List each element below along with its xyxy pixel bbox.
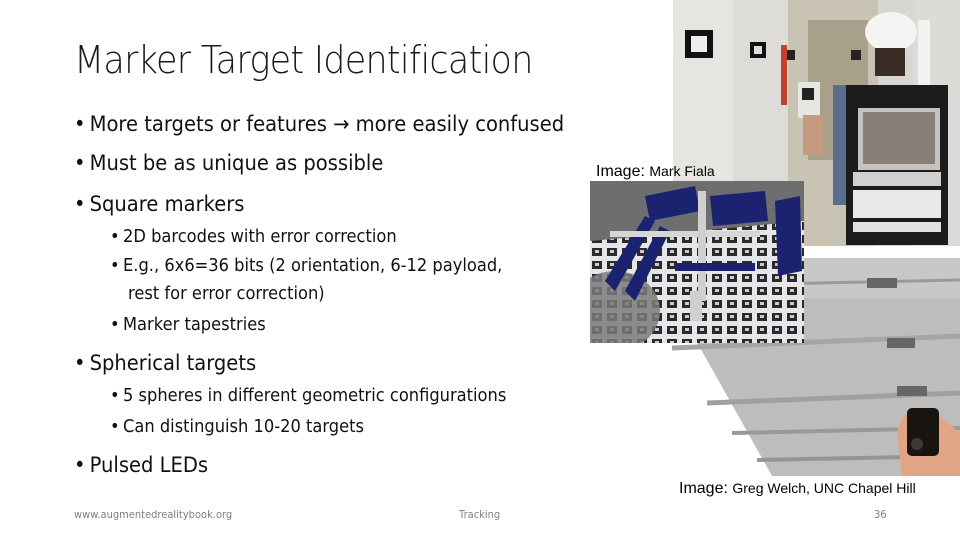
bullet-item: • More targets or features → more easily … [74, 112, 564, 136]
caption-label: Image: [679, 480, 728, 497]
bullet-text: Square markers [89, 192, 245, 216]
sub-bullet-item: • E.g., 6x6=36 bits (2 orientation, 6-12 … [110, 256, 502, 276]
bullet-dot-icon: • [110, 256, 120, 276]
bullet-item: • Must be as unique as possible [74, 151, 383, 175]
slide: Marker Target Identification • More targe… [0, 0, 960, 540]
sub-bullet-item: • Can distinguish 10-20 targets [110, 417, 364, 437]
footer-page-number: 36 [874, 508, 887, 521]
sub-bullet-continuation: rest for error correction) [128, 284, 325, 304]
caption-credit: Mark Fiala [649, 163, 715, 179]
bullet-dot-icon: • [74, 112, 86, 136]
bullet-text: Pulsed LEDs [89, 453, 209, 477]
sub-bullet-item: • Marker tapestries [110, 315, 266, 335]
bullet-text: Spherical targets [89, 351, 257, 375]
bullet-dot-icon: • [110, 417, 120, 437]
image-caption-fiala: Image: Mark Fiala [596, 163, 715, 181]
bullet-text: 5 spheres in different geometric configu… [123, 386, 507, 406]
bullet-dot-icon: • [74, 151, 86, 175]
bullet-text: Must be as unique as possible [89, 151, 384, 175]
bullet-text: More targets or features → more easily c… [89, 112, 565, 136]
bullet-text: 2D barcodes with error correction [123, 227, 397, 247]
bullet-item: • Square markers [74, 192, 244, 216]
iss-marker-tapestry-photo [590, 181, 804, 343]
sub-bullet-item: • 2D barcodes with error correction [110, 227, 397, 247]
caption-credit: Greg Welch, UNC Chapel Hill [732, 480, 916, 496]
bullet-item: • Spherical targets [74, 351, 256, 375]
bullet-item: • Pulsed LEDs [74, 453, 208, 477]
sub-bullet-item: • 5 spheres in different geometric config… [110, 386, 506, 406]
bullet-text: E.g., 6x6=36 bits (2 orientation, 6-12 p… [123, 256, 503, 276]
caption-label: Image: [596, 163, 645, 180]
bullet-dot-icon: • [74, 453, 86, 477]
image-caption-welch: Image: Greg Welch, UNC Chapel Hill [679, 480, 916, 498]
bullet-text: Can distinguish 10-20 targets [123, 417, 364, 437]
bullet-dot-icon: • [74, 351, 86, 375]
slide-title: Marker Target Identification [74, 38, 533, 82]
footer-website: www.augmentedrealitybook.org [74, 508, 233, 521]
bullet-dot-icon: • [110, 386, 120, 406]
bullet-dot-icon: • [74, 192, 86, 216]
bullet-text: rest for error correction) [128, 284, 325, 304]
footer-section: Tracking [459, 508, 501, 521]
bullet-text: Marker tapestries [123, 315, 266, 335]
bullet-dot-icon: • [110, 227, 120, 247]
bullet-dot-icon: • [110, 315, 120, 335]
